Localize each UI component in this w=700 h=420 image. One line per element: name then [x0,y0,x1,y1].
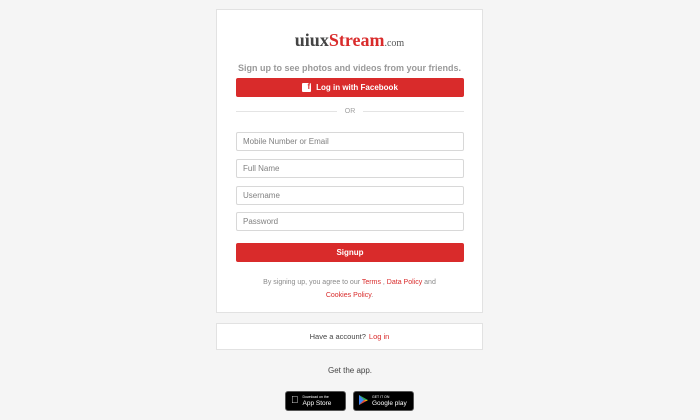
mobile-or-email-field[interactable] [236,132,464,151]
google-play-text: GET IT ON Google play [372,394,407,408]
facebook-login-button[interactable]: f Log in with Facebook [236,78,464,97]
full-name-field[interactable] [236,159,464,178]
app-store-badge[interactable]:  Download on the App Store [285,391,346,411]
signup-card: uiuxStream.com Sign up to see photos and… [216,9,483,313]
divider-line-left [236,111,337,112]
app-store-text: Download on the App Store [303,394,332,408]
divider-text: OR [344,108,356,115]
tagline: Sign up to see photos and videos from yo… [237,63,462,73]
signup-button[interactable]: Signup [236,243,464,262]
or-divider: OR [236,108,464,115]
divider-line-right [363,111,464,112]
login-prompt-text: Have a account? [309,332,366,341]
logo-tld: .com [384,38,405,49]
login-link[interactable]: Log in [369,332,389,341]
terms-separator: , [380,279,385,286]
terms-and: and [424,279,436,286]
google-play-icon [359,394,368,408]
logo-prefix: uiux [294,30,329,50]
password-field[interactable] [236,212,464,231]
app-store-big: App Store [295,400,332,407]
cookies-policy-link[interactable]: Cookies Policy [326,292,371,299]
google-play-badge[interactable]: GET IT ON Google play [353,391,414,411]
logo: uiuxStream.com [217,30,482,54]
logo-accent: Stream [328,30,385,50]
get-app-text: Get the app. [327,366,373,375]
username-field[interactable] [236,186,464,205]
data-policy-link[interactable]: Data Policy [387,279,422,286]
login-card: Have a account? Log in [216,323,483,350]
google-play-big: Google play [372,400,407,407]
apple-icon:  [291,396,299,406]
terms-prefix: By signing up, you agree to our [263,279,361,286]
facebook-login-label: Log in with Facebook [316,83,398,92]
facebook-icon: f [302,82,312,92]
terms-link[interactable]: Terms [362,279,381,286]
terms-suffix: . [371,292,374,299]
terms-text: By signing up, you agree to our Terms , … [257,276,442,302]
